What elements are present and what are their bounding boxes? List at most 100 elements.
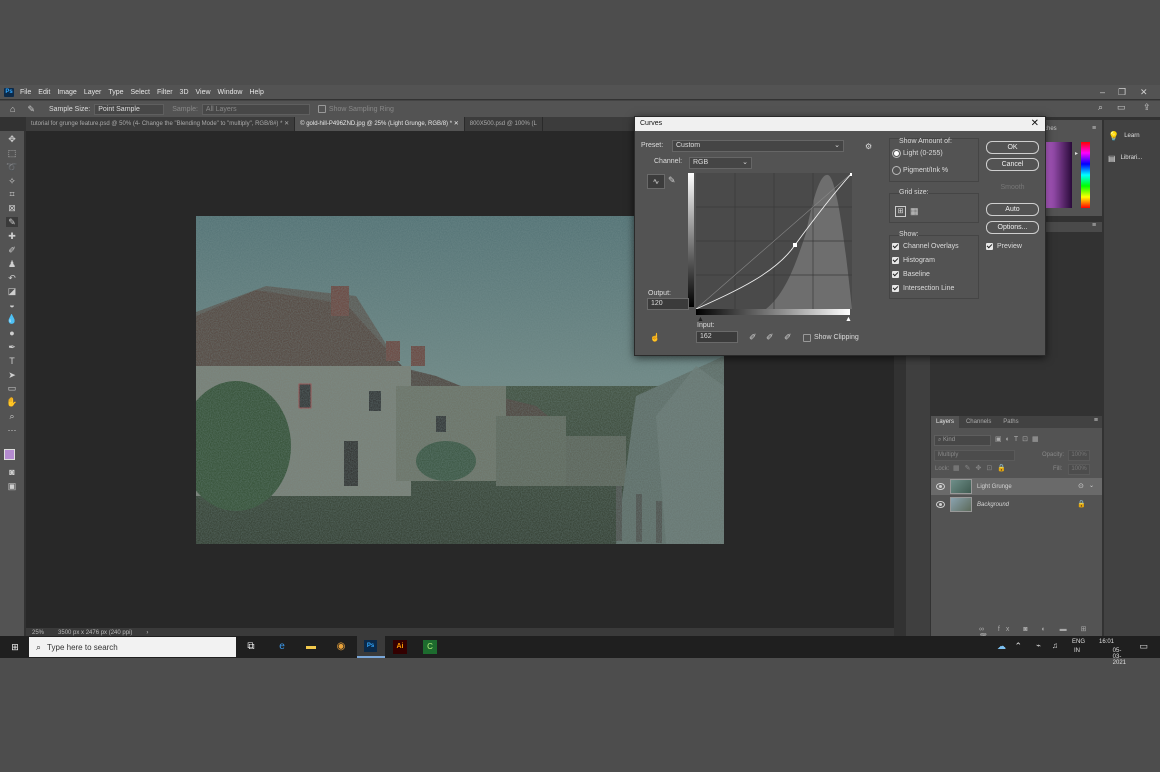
menu-view[interactable]: View bbox=[196, 89, 211, 96]
crop-tool-icon[interactable]: ⌗ bbox=[6, 189, 18, 199]
layer-row-background[interactable]: Background 🔒 bbox=[931, 496, 1102, 513]
notifications-icon[interactable]: ▭ bbox=[1139, 641, 1148, 652]
lasso-tool-icon[interactable]: ➰ bbox=[6, 162, 18, 172]
panel-menu-icon[interactable]: ≡ bbox=[1092, 222, 1096, 229]
menu-help[interactable]: Help bbox=[249, 89, 263, 96]
curve-endpoint-top[interactable] bbox=[850, 173, 852, 176]
magic-wand-tool-icon[interactable]: ✧ bbox=[6, 176, 18, 186]
preview-checkbox[interactable] bbox=[986, 243, 993, 250]
tab-channels[interactable]: Channels bbox=[961, 416, 996, 428]
detailed-grid-icon[interactable]: ▦ bbox=[910, 206, 919, 217]
brush-tool-icon[interactable]: ✐ bbox=[6, 245, 18, 255]
options-button[interactable]: Options... bbox=[986, 221, 1039, 234]
sample-select[interactable]: All Layers bbox=[201, 103, 310, 115]
curve-point-mode-icon[interactable]: ∿ bbox=[647, 174, 665, 189]
eraser-tool-icon[interactable]: ◪ bbox=[6, 286, 18, 296]
language-bottom[interactable]: IN bbox=[1074, 648, 1080, 654]
illustrator-icon[interactable]: Ai bbox=[393, 640, 407, 654]
eyedropper-tool-icon[interactable]: ✎ bbox=[27, 104, 35, 115]
tab-gold-hill[interactable]: © gold-hill-P496ZND.jpg @ 25% (Light Gru… bbox=[295, 117, 465, 131]
pen-tool-icon[interactable]: ✒ bbox=[6, 342, 18, 352]
tab-800x500[interactable]: 800X500.psd @ 100% (L bbox=[465, 117, 543, 131]
home-icon[interactable]: ⌂ bbox=[10, 104, 15, 114]
healing-brush-tool-icon[interactable]: ✚ bbox=[6, 231, 18, 241]
layer-name[interactable]: Light Grunge bbox=[977, 484, 1012, 490]
tab-tutorial[interactable]: tutorial for grunge feature.psd @ 50% (4… bbox=[26, 117, 296, 131]
white-point-slider[interactable]: ▲ bbox=[845, 316, 852, 323]
move-tool-icon[interactable]: ✥ bbox=[6, 134, 18, 144]
visibility-eye-icon[interactable] bbox=[936, 501, 945, 508]
layer-name[interactable]: Background bbox=[977, 502, 1009, 508]
screen-mode-icon[interactable]: ▣ bbox=[6, 481, 18, 491]
foreground-color-swatch[interactable] bbox=[4, 449, 15, 460]
hue-slider[interactable] bbox=[1081, 142, 1090, 208]
windows-start-icon[interactable]: ⊞ bbox=[8, 640, 22, 654]
menu-select[interactable]: Select bbox=[131, 89, 150, 96]
taskbar-search[interactable]: ⌕ Type here to search bbox=[29, 637, 236, 657]
pigment-radio[interactable] bbox=[892, 166, 901, 175]
intersection-line-checkbox[interactable] bbox=[892, 285, 899, 292]
baseline-checkbox[interactable] bbox=[892, 271, 899, 278]
eyedropper-tool-icon-active[interactable]: ✎ bbox=[6, 217, 18, 227]
type-tool-icon[interactable]: T bbox=[6, 356, 18, 366]
sample-size-select[interactable]: Point Sample bbox=[94, 103, 165, 115]
layer-row-light-grunge[interactable]: Light Grunge ⊙ ⌄ bbox=[931, 478, 1102, 495]
expand-chevron-icon[interactable]: ⌄ bbox=[1089, 482, 1094, 489]
clock-time[interactable]: 16:01 bbox=[1099, 639, 1114, 645]
show-sampling-ring-checkbox[interactable] bbox=[317, 105, 326, 113]
hand-tool-icon[interactable]: ✋ bbox=[6, 397, 18, 407]
blur-tool-icon[interactable]: 💧 bbox=[6, 314, 18, 324]
histogram-checkbox[interactable] bbox=[892, 257, 899, 264]
zoom-tool-icon[interactable]: ⌕ bbox=[6, 411, 18, 421]
menu-layer[interactable]: Layer bbox=[84, 89, 102, 96]
menu-3d[interactable]: 3D bbox=[180, 89, 189, 96]
menu-edit[interactable]: Edit bbox=[38, 89, 50, 96]
language-top[interactable]: ENG bbox=[1072, 639, 1085, 645]
simple-grid-icon[interactable]: ⊞ bbox=[895, 206, 906, 217]
gray-eyedropper-icon[interactable]: ✐ bbox=[766, 332, 774, 343]
menu-image[interactable]: Image bbox=[57, 89, 76, 96]
auto-button[interactable]: Auto bbox=[986, 203, 1039, 216]
restore-icon[interactable]: ❐ bbox=[1118, 85, 1126, 99]
clone-stamp-tool-icon[interactable]: ♟ bbox=[6, 259, 18, 269]
close-window-icon[interactable]: ✕ bbox=[1140, 85, 1148, 99]
tab-layers[interactable]: Layers bbox=[931, 416, 960, 428]
input-input[interactable]: 162 bbox=[696, 331, 738, 343]
more-tools-icon[interactable]: ⋯ bbox=[6, 425, 18, 435]
rectangle-tool-icon[interactable]: ▭ bbox=[6, 383, 18, 393]
curve-control-point[interactable] bbox=[793, 243, 797, 247]
layer-filter-select[interactable]: ⌕ Kind bbox=[934, 435, 991, 446]
edge-icon[interactable]: e bbox=[275, 640, 289, 654]
marquee-tool-icon[interactable]: ⬚ bbox=[6, 148, 18, 158]
output-input[interactable]: 120 bbox=[647, 298, 689, 310]
history-brush-tool-icon[interactable]: ↶ bbox=[6, 273, 18, 283]
preset-options-gear-icon[interactable]: ⚙ bbox=[865, 142, 872, 151]
menu-window[interactable]: Window bbox=[218, 89, 243, 96]
clock-date[interactable]: 05-03-2021 bbox=[1113, 648, 1126, 666]
fill-input[interactable]: 100% bbox=[1068, 464, 1090, 475]
on-image-adjust-icon[interactable]: ☝ bbox=[650, 333, 660, 342]
dodge-tool-icon[interactable]: ● bbox=[6, 328, 18, 338]
network-icon[interactable]: ⌁ bbox=[1036, 641, 1041, 650]
cancel-button[interactable]: Cancel bbox=[986, 158, 1039, 171]
lock-icons[interactable]: ▦✎✥⊡🔒 bbox=[953, 464, 1011, 472]
light-radio[interactable] bbox=[892, 149, 901, 158]
close-dialog-icon[interactable]: ✕ bbox=[1031, 118, 1039, 129]
preset-select[interactable]: Custom ⌄ bbox=[672, 140, 844, 152]
status-arrow-icon[interactable]: › bbox=[146, 630, 148, 636]
zoom-level[interactable]: 25% bbox=[32, 630, 44, 636]
camtasia-icon[interactable]: C bbox=[423, 640, 437, 654]
ok-button[interactable]: OK bbox=[986, 141, 1039, 154]
show-clipping-checkbox[interactable] bbox=[803, 334, 811, 342]
paint-bucket-tool-icon[interactable]: ◒ bbox=[6, 300, 18, 310]
white-eyedropper-icon[interactable]: ✐ bbox=[784, 332, 792, 343]
frame-tool-icon[interactable]: ⊠ bbox=[6, 203, 18, 213]
pencil-mode-icon[interactable]: ✎ bbox=[668, 175, 676, 186]
path-selection-tool-icon[interactable]: ➤ bbox=[6, 370, 18, 380]
color-field[interactable] bbox=[1044, 142, 1072, 208]
panel-menu-icon[interactable]: ≡ bbox=[1094, 417, 1098, 424]
menu-filter[interactable]: Filter bbox=[157, 89, 173, 96]
chrome-icon[interactable]: ◉ bbox=[334, 640, 348, 654]
curve-graph[interactable] bbox=[696, 173, 852, 309]
channel-overlays-checkbox[interactable] bbox=[892, 243, 899, 250]
